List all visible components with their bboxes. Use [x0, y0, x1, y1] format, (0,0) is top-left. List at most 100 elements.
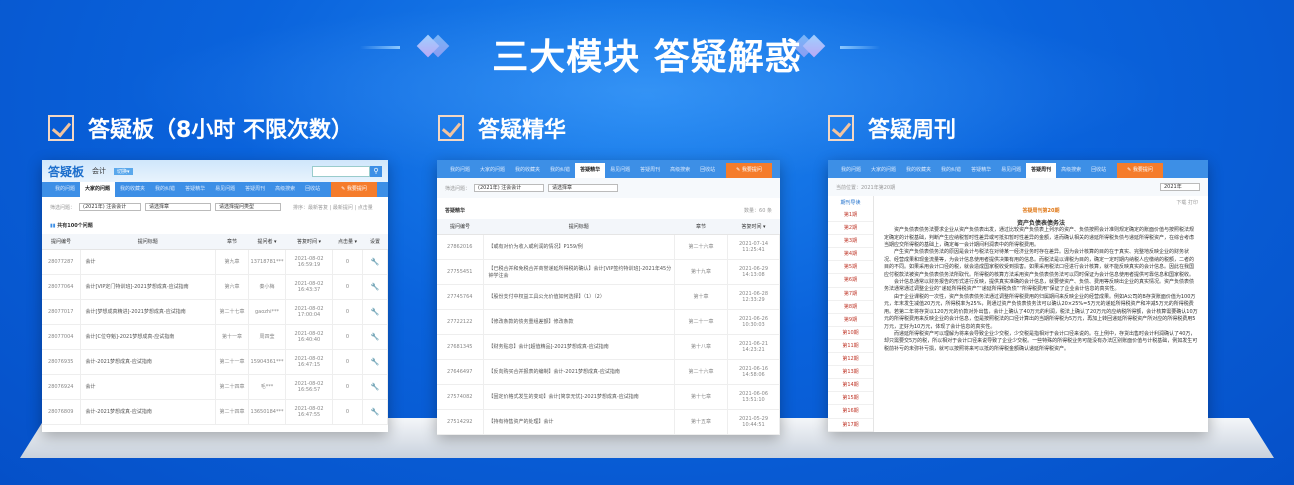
type-select[interactable]: 请选择提问类型: [215, 203, 282, 211]
tab-corrections[interactable]: 我的纠错: [936, 163, 966, 178]
tab-weekly[interactable]: 答疑周刊: [240, 182, 270, 197]
issue-link[interactable]: 第9期: [828, 314, 873, 327]
table-row[interactable]: 28077287 会计 第九章 13718781*** 2021-08-02 16:59…: [42, 249, 388, 275]
issue-link[interactable]: 第15期: [828, 392, 873, 406]
table-row[interactable]: 28077064 会计[VIP定门特训班]-2021梦想成真-应试指南 第六章 秦小梅…: [42, 274, 388, 300]
cell[interactable]: 【持有待售资产的处理】会计: [483, 409, 675, 435]
issue-link[interactable]: 第13期: [828, 366, 873, 380]
cell[interactable]: 会计-2021梦想成真-应试指南: [80, 349, 216, 375]
year-select[interactable]: (2021年) 注会会计: [79, 203, 142, 211]
tab-weekly[interactable]: 答疑周刊: [1026, 163, 1057, 178]
wrench-icon[interactable]: 🔧: [371, 333, 380, 341]
tab-essence[interactable]: 答疑精华: [180, 182, 210, 197]
table-row[interactable]: 27745764 【股份支付中权益工具公允价值如何选择】（1）（2） 第十章 2021…: [437, 284, 780, 310]
tab-essence[interactable]: 答疑精华: [966, 163, 996, 178]
cell[interactable]: 【修改条款的债务重组差额】修改条款: [483, 309, 675, 335]
ask-question-button[interactable]: ✎ 我要提问: [1117, 163, 1163, 178]
cell[interactable]: 【股份支付中权益工具公允价值如何选择】（1）（2）: [483, 284, 675, 310]
cell[interactable]: 【或有对价为收入或利润的情况】P159/例: [483, 234, 675, 260]
tab-common[interactable]: 易见问题: [210, 182, 240, 197]
wrench-icon[interactable]: 🔧: [371, 358, 380, 366]
cell[interactable]: 会计[C位夺魁]-2021梦想成真-应试指南: [80, 324, 216, 350]
issue-link[interactable]: 第16期: [828, 405, 873, 419]
tab-recycle[interactable]: 回收站: [695, 163, 720, 178]
col-header[interactable]: 答复时间 ▾: [285, 234, 333, 250]
issue-link[interactable]: 第6期: [828, 274, 873, 288]
chapter-select[interactable]: 请选择章: [548, 184, 619, 192]
tab-corrections[interactable]: 我的纠错: [545, 163, 575, 178]
issue-link[interactable]: 第3期: [828, 235, 873, 249]
tab-my-questions[interactable]: 我的问题: [836, 163, 866, 178]
tab-common[interactable]: 易见问题: [996, 163, 1026, 178]
year-select[interactable]: (2021年) 注会会计: [474, 184, 545, 192]
table-row[interactable]: 28076924 会计 第二十四章 毛*** 2021-08-02 16:56:57 0 🔧: [42, 374, 388, 400]
cell[interactable]: 会计[梦想成真精进]-2021梦想成真-应试指南: [80, 299, 216, 325]
tab-all-questions[interactable]: 大家的问题: [80, 182, 116, 197]
issue-link[interactable]: 第4期: [828, 248, 873, 262]
tab-recycle[interactable]: 回收站: [300, 182, 325, 197]
table-row[interactable]: 27862016 【或有对价为收入或利润的情况】P159/例 第二十六章 2021-0…: [437, 234, 780, 260]
tab-advanced-search[interactable]: 高级搜索: [270, 182, 300, 197]
chapter-select[interactable]: 请选择章: [145, 203, 212, 211]
tab-my-questions[interactable]: 我的问题: [445, 163, 475, 178]
wrench-icon[interactable]: 🔧: [371, 283, 380, 291]
issue-link[interactable]: 第5期: [828, 261, 873, 275]
tab-favorites[interactable]: 我的收藏夹: [510, 163, 545, 178]
wrench-icon[interactable]: 🔧: [371, 408, 380, 416]
wrench-icon[interactable]: 🔧: [371, 308, 380, 316]
tab-all-questions[interactable]: 大家的问题: [475, 163, 510, 178]
issue-link[interactable]: 第8期: [828, 301, 873, 314]
table-row[interactable]: 28077017 会计[梦想成真精进]-2021梦想成真-应试指南 第二十七章 gao…: [42, 299, 388, 325]
tab-common[interactable]: 易见问题: [605, 163, 635, 178]
table-row[interactable]: 28076935 会计-2021梦想成真-应试指南 第二十一章 15904361***…: [42, 349, 388, 375]
tab-corrections[interactable]: 我的纠错: [150, 182, 180, 197]
tab-all-questions[interactable]: 大家的问题: [866, 163, 901, 178]
download-print-links[interactable]: 下载 打印: [884, 200, 1198, 207]
issue-link[interactable]: 第17期: [828, 419, 873, 432]
col-header[interactable]: 答复时间 ▾: [727, 219, 780, 235]
col-header[interactable]: 点击量 ▾: [332, 234, 363, 250]
tab-favorites[interactable]: 我的收藏夹: [115, 182, 150, 197]
tab-favorites[interactable]: 我的收藏夹: [901, 163, 936, 178]
ask-question-button[interactable]: ✎ 我要提问: [726, 163, 772, 178]
wrench-icon[interactable]: 🔧: [371, 258, 380, 266]
cell: 2021-08-02 16:56:57: [285, 374, 333, 400]
table-row[interactable]: 28077004 会计[C位夺魁]-2021梦想成真-应试指南 第十一章 周四莹 202…: [42, 324, 388, 350]
issue-link[interactable]: 第1期: [828, 209, 873, 223]
tab-weekly[interactable]: 答疑周刊: [635, 163, 665, 178]
cell[interactable]: 【财务贴息】会计[超值精品]-2021梦想成真-应试指南: [483, 334, 675, 360]
issue-link[interactable]: 第7期: [828, 288, 873, 301]
cell[interactable]: 会计[VIP定门特训班]-2021梦想成真-应试指南: [80, 274, 216, 300]
table-row[interactable]: 27755451 【已税合并和免税合并商誉递延所得税的确认】会计[VIP签约特训班…: [437, 259, 780, 285]
ask-question-button[interactable]: ✎ 我要提问: [331, 182, 377, 197]
issue-link[interactable]: 第11期: [828, 340, 873, 354]
table-row[interactable]: 28076809 会计-2021梦想成真-应试指南 第二十四章 13650184***…: [42, 399, 388, 425]
issue-link[interactable]: 第12期: [828, 353, 873, 367]
table-row[interactable]: 27646497 【反向购买合并报表的编制】会计-2021梦想成真-应试指南 第二十…: [437, 359, 780, 385]
search-input[interactable]: [312, 165, 370, 177]
issue-link[interactable]: 第2期: [828, 222, 873, 236]
sort-links[interactable]: 排序：最新答复 | 最新提问 | 点击量: [293, 204, 373, 211]
table-row[interactable]: 27681345 【财务贴息】会计[超值精品]-2021梦想成真-应试指南 第十八章…: [437, 334, 780, 360]
cell[interactable]: 会计: [80, 249, 216, 275]
cell[interactable]: 会计-2021梦想成真-应试指南: [80, 399, 216, 425]
cell[interactable]: 【已税合并和免税合并商誉递延所得税的确认】会计[VIP签约特训班]-2021年4…: [483, 259, 675, 285]
table-row[interactable]: 27722122 【修改条款的债务重组差额】修改条款 第二十一章 2021-06-26…: [437, 309, 780, 335]
tab-advanced-search[interactable]: 高级搜索: [1056, 163, 1086, 178]
col-header[interactable]: 提问者 ▾: [248, 234, 286, 250]
tab-recycle[interactable]: 回收站: [1086, 163, 1111, 178]
cell[interactable]: 会计: [80, 374, 216, 400]
wrench-icon[interactable]: 🔧: [371, 383, 380, 391]
issue-link[interactable]: 第14期: [828, 379, 873, 393]
year-select[interactable]: 2021年: [1160, 183, 1200, 191]
search-icon[interactable]: ⚲: [370, 165, 382, 177]
table-row[interactable]: 27514292 【持有待售资产的处理】会计 第十五章 2021-05-29 10:4…: [437, 409, 780, 435]
tab-essence[interactable]: 答疑精华: [575, 163, 606, 178]
tab-my-questions[interactable]: 我的问题: [50, 182, 80, 197]
tab-advanced-search[interactable]: 高级搜索: [665, 163, 695, 178]
table-row[interactable]: 27574082 【固定价格式发生的变动】会计[简享无忧]-2021梦想成真-应试…: [437, 384, 780, 410]
cell[interactable]: 【反向购买合并报表的编制】会计-2021梦想成真-应试指南: [483, 359, 675, 385]
issue-link[interactable]: 第10期: [828, 327, 873, 340]
cell[interactable]: 【固定价格式发生的变动】会计[简享无忧]-2021梦想成真-应试指南: [483, 384, 675, 410]
switch-subject-button[interactable]: 切换▾: [114, 167, 133, 175]
